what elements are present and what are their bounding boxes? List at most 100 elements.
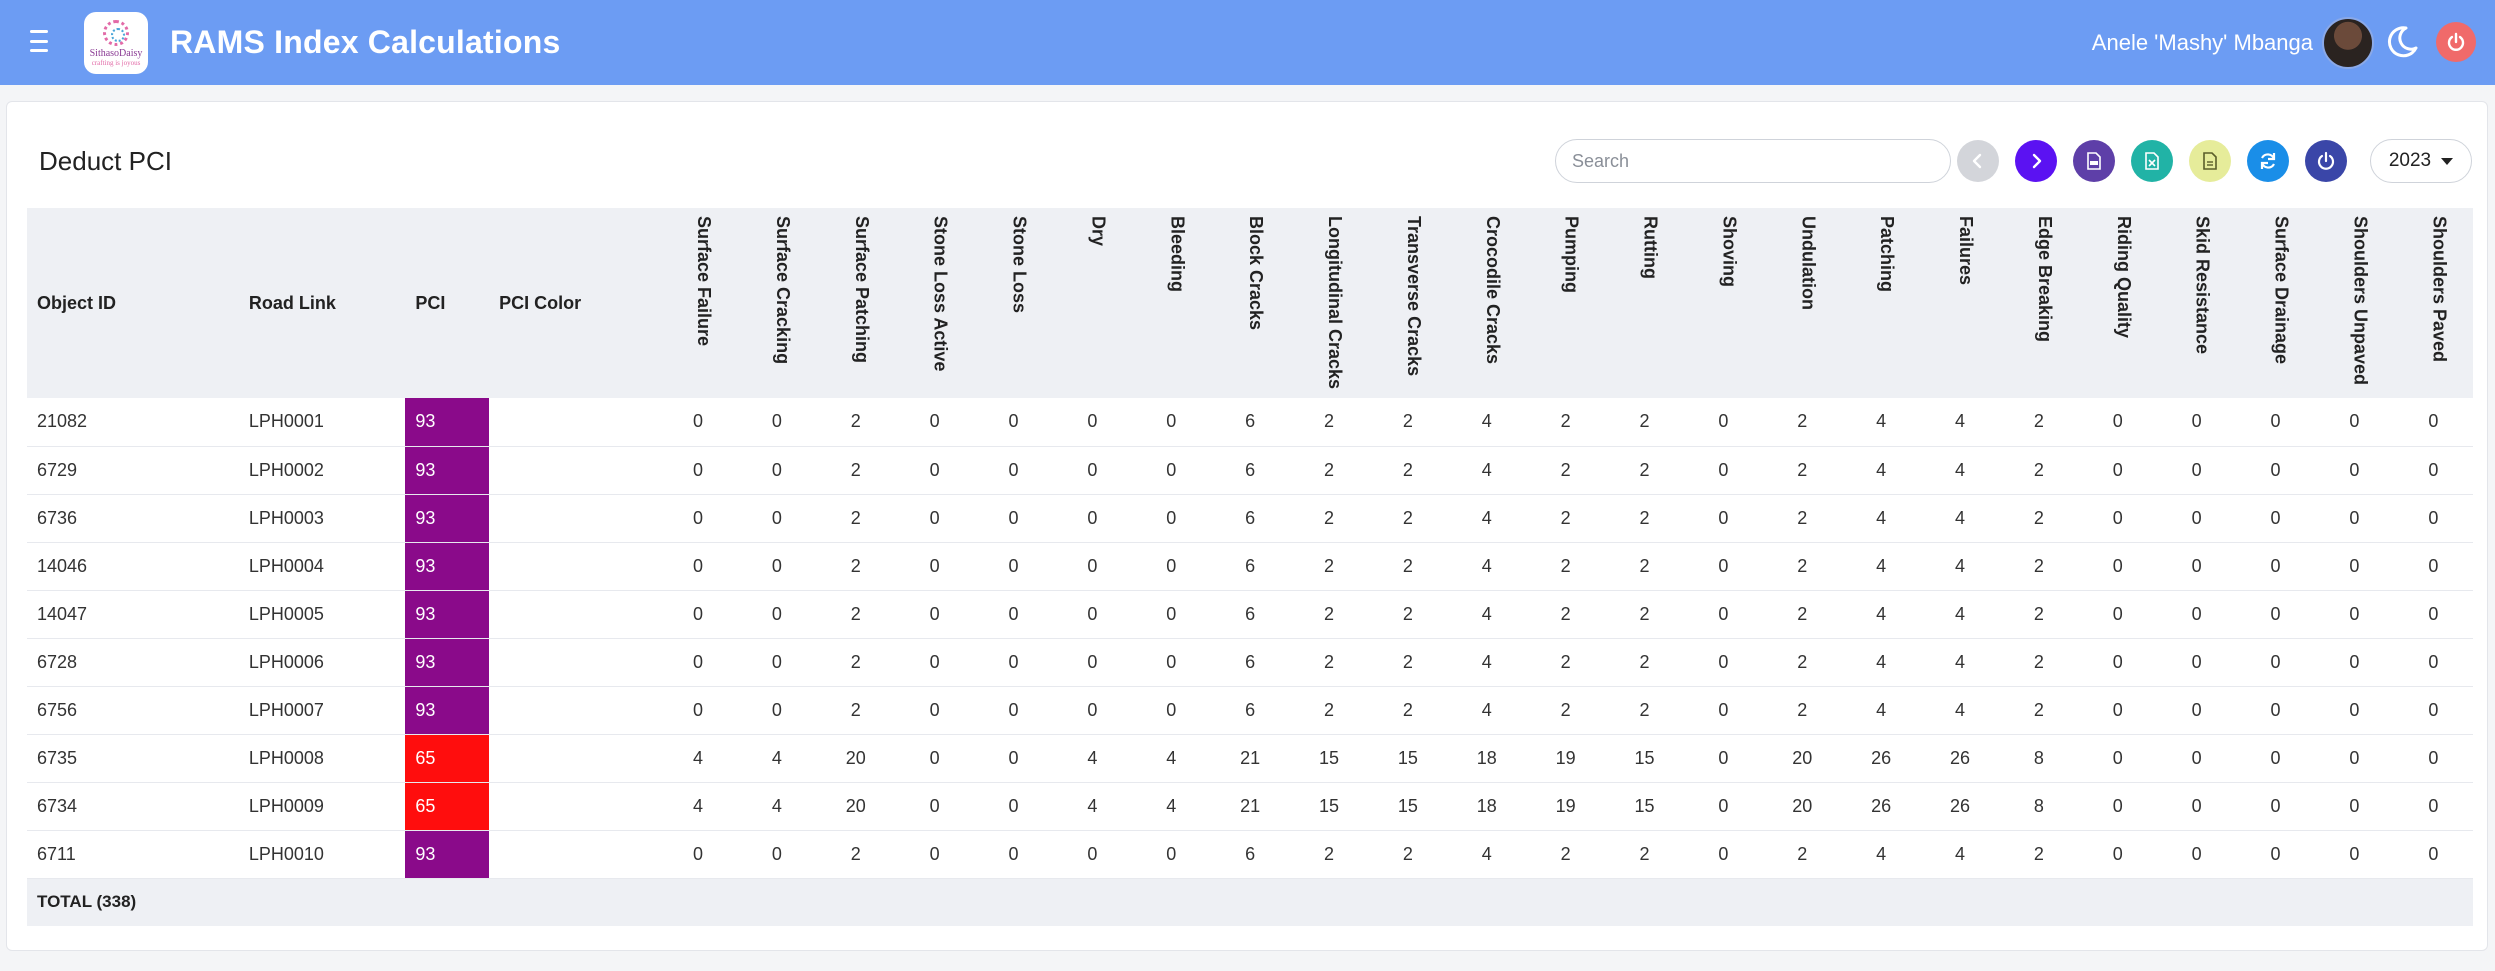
column-header[interactable]: Surface Failure — [659, 208, 738, 398]
table-row[interactable]: 14047 LPH0005 93 0 0 2 0 0 0 0 6 2 2 4 2 2 0 2 4 4 2 0 0 0 0 0 — [27, 590, 2473, 638]
moon-icon[interactable] — [2384, 24, 2420, 60]
deduct-value-cell: 0 — [1718, 747, 1729, 768]
table-row[interactable]: 6711 LPH0010 93 0 0 2 0 0 0 0 6 2 2 4 2 2 0 2 4 4 2 0 0 0 0 0 — [27, 830, 2473, 878]
deduct-value-cell: 0 — [2428, 699, 2439, 720]
deduct-value-cell: 19 — [1555, 747, 1576, 768]
deduct-value-cell: 0 — [2428, 459, 2439, 480]
deduct-value-cell: 4 — [1481, 603, 1492, 624]
deduct-value-cell: 0 — [1718, 651, 1729, 672]
column-header[interactable]: Dry — [1053, 208, 1132, 398]
column-header-label: Bleeding — [1167, 216, 1188, 293]
deduct-value-cell: 2 — [1324, 603, 1335, 624]
deduct-value-cell: 6 — [1245, 507, 1256, 528]
menu-icon[interactable] — [30, 30, 56, 52]
column-header[interactable]: Road Link — [239, 208, 405, 398]
column-header[interactable]: Surface Cracking — [737, 208, 816, 398]
column-header[interactable]: Stone Loss Active — [895, 208, 974, 398]
export-pdf-button[interactable] — [2073, 140, 2115, 182]
table-row[interactable]: 6756 LPH0007 93 0 0 2 0 0 0 0 6 2 2 4 2 2 0 2 4 4 2 0 0 0 0 0 — [27, 686, 2473, 734]
deduct-value-cell: 0 — [2191, 699, 2202, 720]
power-button[interactable] — [2305, 140, 2347, 182]
column-header[interactable]: Pumping — [1526, 208, 1605, 398]
table-row[interactable]: 6736 LPH0003 93 0 0 2 0 0 0 0 6 2 2 4 2 2 0 2 4 4 2 0 0 0 0 0 — [27, 494, 2473, 542]
deduct-value-cell: 0 — [929, 699, 940, 720]
deduct-value-cell: 0 — [1008, 795, 1019, 816]
deduct-value-cell: 2 — [1639, 555, 1650, 576]
column-header[interactable]: Longitudinal Cracks — [1290, 208, 1369, 398]
caret-down-icon — [2441, 157, 2454, 165]
table-row[interactable]: 6735 LPH0008 65 4 4 20 0 0 4 4 21 15 15 18 19 15 0 20 26 26… — [27, 734, 2473, 782]
table-row[interactable]: 14046 LPH0004 93 0 0 2 0 0 0 0 6 2 2 4 2 2 0 2 4 4 2 0 0 0 0 0 — [27, 542, 2473, 590]
deduct-value-cell: 0 — [929, 843, 940, 864]
column-header[interactable]: Surface Drainage — [2236, 208, 2315, 398]
avatar[interactable] — [2322, 17, 2374, 69]
column-header-label: Pumping — [1561, 216, 1582, 293]
column-header[interactable]: Rutting — [1605, 208, 1684, 398]
column-header[interactable]: Object ID — [27, 208, 239, 398]
deduct-value-cell: 2 — [2033, 843, 2044, 864]
deduct-value-cell: 15 — [1319, 795, 1340, 816]
column-header[interactable]: Transverse Cracks — [1368, 208, 1447, 398]
deduct-value-cell: 0 — [771, 507, 782, 528]
year-select[interactable]: 2023 — [2370, 139, 2472, 183]
deduct-value-cell: 0 — [693, 507, 704, 528]
user-name[interactable]: Anele 'Mashy' Mbanga — [2092, 30, 2313, 56]
deduct-value-cell: 0 — [2270, 843, 2281, 864]
prev-page-button[interactable] — [1957, 140, 1999, 182]
deduct-value-cell: 2 — [1324, 651, 1335, 672]
next-page-button[interactable] — [2015, 140, 2057, 182]
refresh-button[interactable] — [2247, 140, 2289, 182]
table-row[interactable]: 6728 LPH0006 93 0 0 2 0 0 0 0 6 2 2 4 2 2 0 2 4 4 2 0 0 0 0 0 — [27, 638, 2473, 686]
deduct-value-cell: 0 — [771, 555, 782, 576]
pci-color-cell — [489, 638, 659, 686]
column-header[interactable]: Riding Quality — [2078, 208, 2157, 398]
deduct-value-cell: 0 — [2349, 843, 2360, 864]
column-header-label: Crocodile Cracks — [1482, 216, 1503, 365]
pci-color-cell — [489, 590, 659, 638]
column-header[interactable]: Bleeding — [1132, 208, 1211, 398]
column-header[interactable]: Shoulders Unpaved — [2315, 208, 2394, 398]
deduct-pci-table-wrap[interactable]: Object ID Road Link PCI PCI Color Surface Fa… — [27, 208, 2473, 926]
deduct-value-cell: 26 — [1871, 747, 1892, 768]
deduct-value-cell: 0 — [2191, 747, 2202, 768]
pci-cell: 93 — [405, 446, 490, 494]
road-link-cell: LPH0008 — [248, 747, 324, 768]
column-header[interactable]: Undulation — [1763, 208, 1842, 398]
table-row[interactable]: 6734 LPH0009 65 4 4 20 0 0 4 4 21 15 15 18 19 15 0 20 26 26… — [27, 782, 2473, 830]
deduct-value-cell: 18 — [1476, 747, 1497, 768]
deduct-value-cell: 2 — [2033, 603, 2044, 624]
column-header[interactable]: Failures — [1921, 208, 2000, 398]
column-header-label: Riding Quality — [2113, 216, 2134, 339]
column-header[interactable]: Crocodile Cracks — [1447, 208, 1526, 398]
column-header[interactable]: Stone Loss — [974, 208, 1053, 398]
search-input[interactable] — [1555, 139, 1951, 183]
export-csv-button[interactable] — [2189, 140, 2231, 182]
column-header[interactable]: Edge Breaking — [1999, 208, 2078, 398]
deduct-value-cell: 4 — [1955, 507, 1966, 528]
column-header[interactable]: Shoulders Paved — [2394, 208, 2473, 398]
deduct-value-cell: 0 — [1008, 747, 1019, 768]
export-excel-button[interactable] — [2131, 140, 2173, 182]
column-header[interactable]: PCI — [405, 208, 489, 398]
column-header-label: Surface Patching — [851, 216, 872, 364]
table-row[interactable]: 21082 LPH0001 93 0 0 2 0 0 0 0 6 2 2 4 2 2 0 2 4 4 2 0 0 0 0 0 — [27, 398, 2473, 446]
deduct-value-cell: 0 — [2349, 459, 2360, 480]
column-header[interactable]: Patching — [1842, 208, 1921, 398]
deduct-value-cell: 0 — [2112, 411, 2123, 432]
column-header[interactable]: Skid Resistance — [2157, 208, 2236, 398]
deduct-value-cell: 0 — [2349, 555, 2360, 576]
logout-button[interactable] — [2436, 22, 2476, 62]
deduct-value-cell: 0 — [2349, 699, 2360, 720]
table-row[interactable]: 6729 LPH0002 93 0 0 2 0 0 0 0 6 2 2 4 2 2 0 2 4 4 2 0 0 0 0 0 — [27, 446, 2473, 494]
excel-icon — [2145, 152, 2159, 170]
deduct-value-cell: 4 — [1087, 747, 1098, 768]
deduct-value-cell: 0 — [2428, 843, 2439, 864]
column-header-label: Dry — [1088, 216, 1109, 247]
column-header[interactable]: Shoving — [1684, 208, 1763, 398]
deduct-value-cell: 4 — [1955, 459, 1966, 480]
column-header[interactable]: PCI Color — [489, 208, 659, 398]
column-header[interactable]: Block Cracks — [1211, 208, 1290, 398]
column-header[interactable]: Surface Patching — [816, 208, 895, 398]
deduct-value-cell: 0 — [2112, 555, 2123, 576]
column-header-label: Longitudinal Cracks — [1325, 216, 1346, 390]
